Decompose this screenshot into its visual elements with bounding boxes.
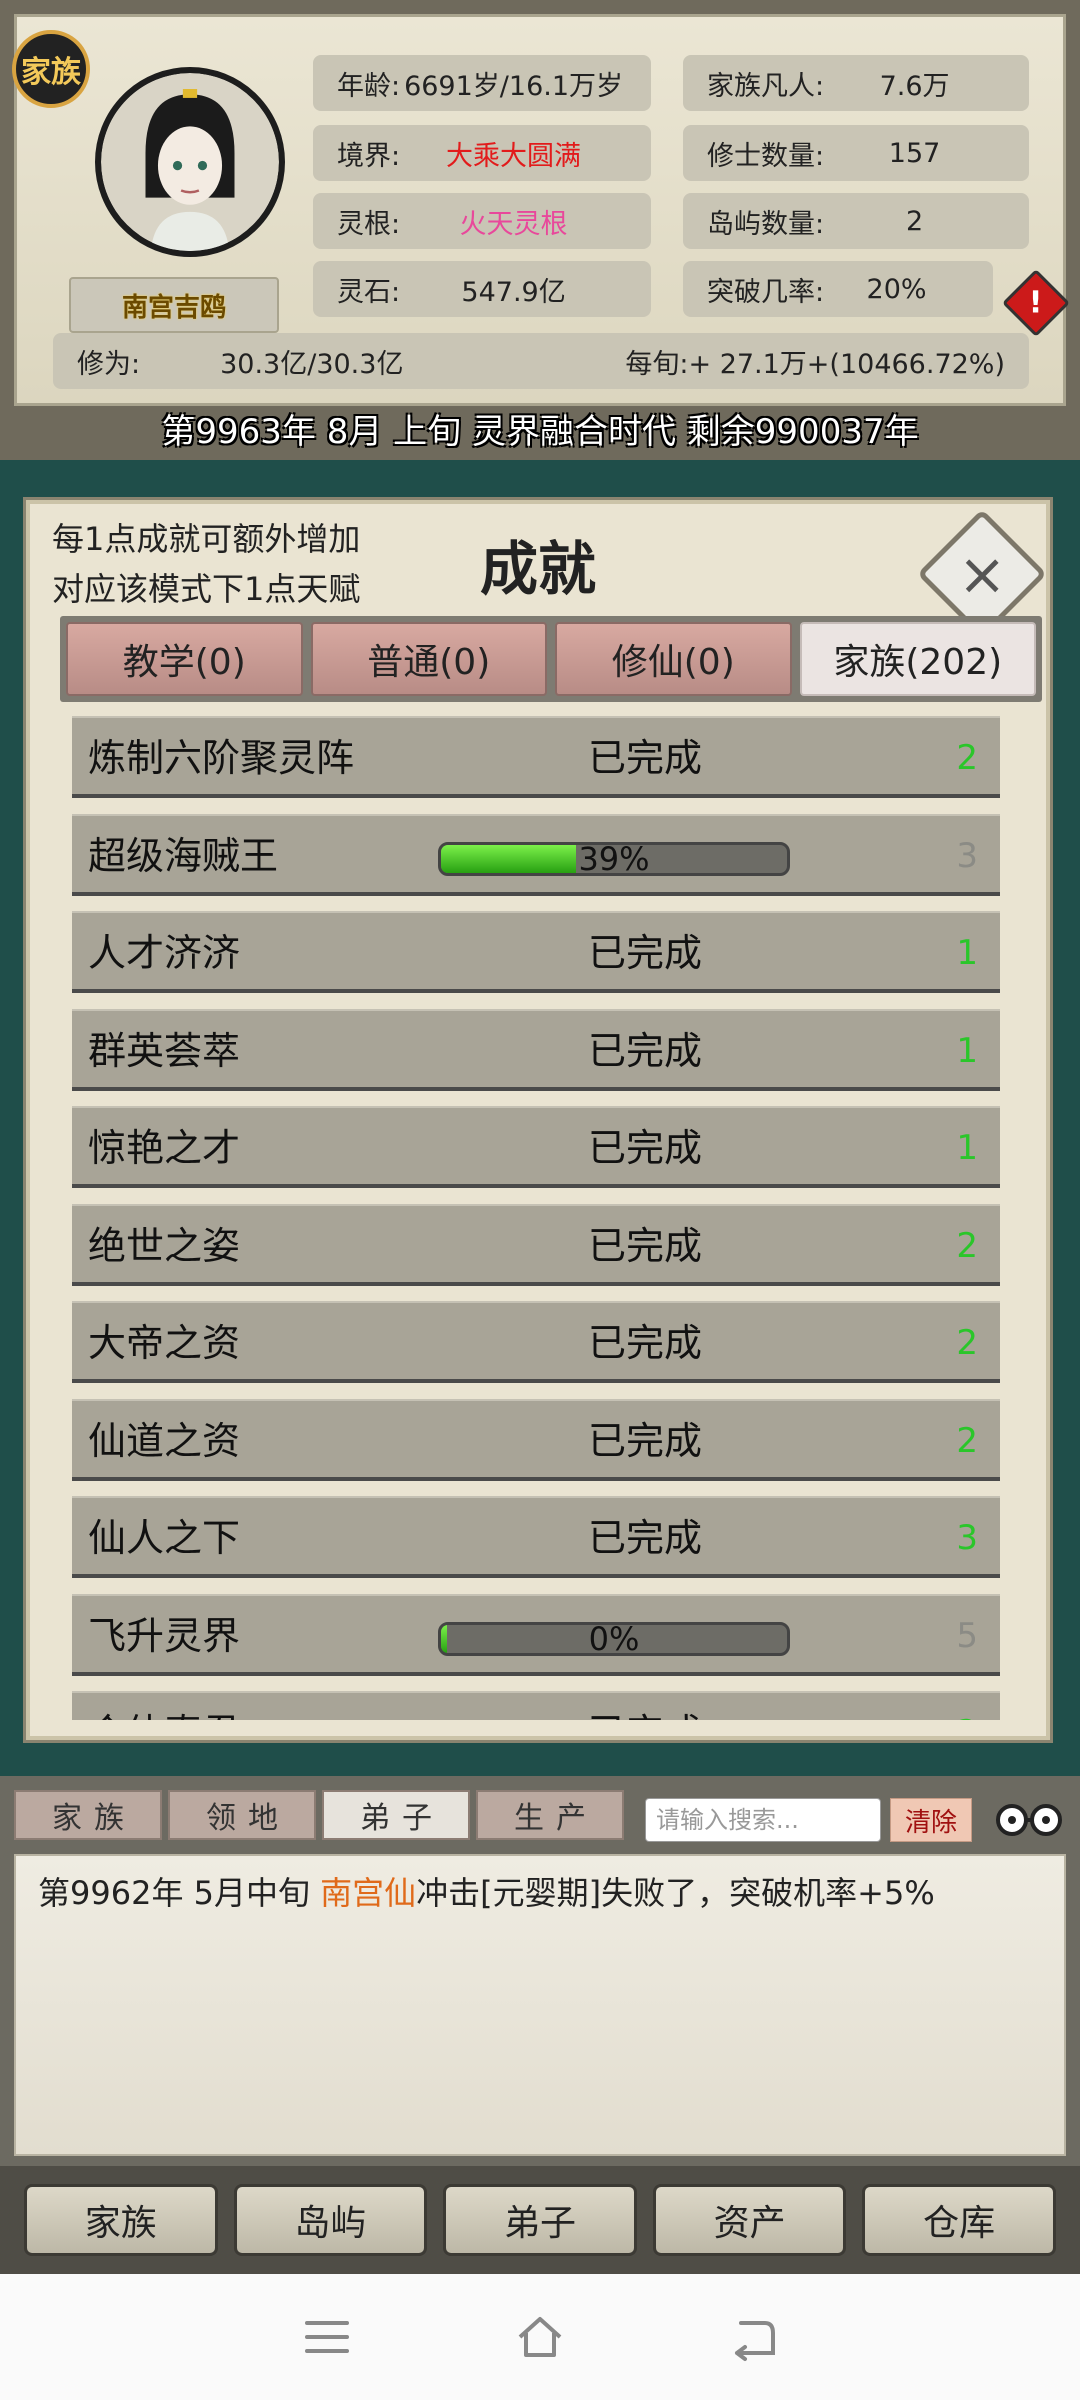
achievement-row[interactable]: 炼制六阶聚灵阵 已完成 2 bbox=[72, 716, 1000, 798]
close-icon: × bbox=[957, 539, 1007, 608]
character-portrait-icon bbox=[101, 73, 279, 251]
achievement-status: 已完成 bbox=[588, 1028, 703, 1073]
achievement-row[interactable]: 超级海贼王 39% 3 bbox=[72, 813, 1000, 896]
achievement-tabs: 教学(0) 普通(0) 修仙(0) 家族(202) bbox=[60, 616, 1042, 702]
achievement-points: 2 bbox=[956, 738, 978, 778]
achievement-dialog: 每1点成就可额外增加 对应该模式下1点天赋 成就 × 教学(0) 普通(0) 修… bbox=[26, 500, 1050, 1740]
dialog-title: 成就 bbox=[479, 535, 596, 603]
event-log-panel: 家族 领地 弟子 生产 清除 第9962年 5月中旬 南宫仙冲击[元婴期]失败了… bbox=[0, 1776, 1080, 2166]
achievement-row[interactable]: 仙人之下 已完成 3 bbox=[72, 1496, 1000, 1578]
age-stat: 年龄: 6691岁/16.1万岁 bbox=[313, 55, 651, 111]
achievement-status: 已完成 bbox=[588, 736, 703, 780]
spirit-stone-stat: 灵石: 547.9亿 bbox=[313, 261, 651, 317]
cultivators-stat: 修士数量: 157 bbox=[683, 125, 1029, 181]
achievement-points: 3 bbox=[956, 835, 978, 876]
achievement-points: 2 bbox=[956, 1420, 978, 1461]
achievement-name: 飞升灵界 bbox=[88, 1613, 241, 1658]
achievement-points: 2 bbox=[956, 1693, 978, 1720]
tab-normal[interactable]: 普通(0) bbox=[310, 622, 547, 696]
clear-button[interactable]: 清除 bbox=[890, 1798, 972, 1842]
progress-text: 0% bbox=[588, 1621, 640, 1656]
achievement-row[interactable]: 人才济济 已完成 1 bbox=[72, 911, 1000, 993]
nav-assets-button[interactable]: 资产 bbox=[652, 2184, 847, 2256]
mortals-stat: 家族凡人: 7.6万 bbox=[683, 55, 1029, 111]
achievement-progress-bar: 39% bbox=[438, 841, 790, 876]
bottom-nav: 家族 岛屿 弟子 资产 仓库 bbox=[0, 2166, 1080, 2274]
achievement-status: 已完成 bbox=[588, 1223, 703, 1268]
islands-stat: 岛屿数量: 2 bbox=[683, 193, 1029, 249]
achievement-name: 仙道之资 bbox=[88, 1418, 241, 1463]
achievement-row[interactable]: 惊艳之才 已完成 1 bbox=[72, 1106, 1000, 1188]
achievement-row[interactable]: 飞升灵界 0% 5 bbox=[72, 1593, 1000, 1676]
nav-islands-button[interactable]: 岛屿 bbox=[233, 2184, 428, 2256]
achievement-status: 已完成 bbox=[588, 1516, 703, 1560]
achievement-status: 已完成 bbox=[588, 1693, 702, 1720]
achievement-row[interactable]: 仙道之资 已完成 2 bbox=[72, 1398, 1000, 1481]
menu-icon[interactable] bbox=[299, 2309, 355, 2365]
log-tab-territory[interactable]: 领地 bbox=[168, 1790, 316, 1840]
character-info-panel: 南宫吉鸥 年龄: 6691岁/16.1万岁 境界: 大乘大圆满 灵根: 火天灵根… bbox=[0, 0, 1080, 460]
achievement-status: 已完成 bbox=[588, 931, 703, 975]
achievement-points: 5 bbox=[956, 1615, 978, 1656]
per-period-gain: 每旬:+ 27.1万+(10466.72%) bbox=[625, 348, 1005, 380]
search-input[interactable] bbox=[645, 1798, 881, 1842]
glasses-icon[interactable] bbox=[990, 1788, 1068, 1848]
cultivation-stat: 修为: 30.3亿/30.3亿 每旬:+ 27.1万+(10466.72%) bbox=[53, 333, 1029, 389]
character-info-card: 南宫吉鸥 年龄: 6691岁/16.1万岁 境界: 大乘大圆满 灵根: 火天灵根… bbox=[14, 14, 1070, 406]
achievement-name: 超级海贼王 bbox=[88, 833, 279, 878]
home-icon[interactable] bbox=[512, 2309, 568, 2365]
tab-teaching[interactable]: 教学(0) bbox=[66, 622, 303, 696]
family-badge-icon[interactable]: 家族 bbox=[12, 30, 90, 108]
nav-family-button[interactable]: 家族 bbox=[24, 2184, 218, 2256]
achievement-row[interactable]: 大帝之资 已完成 2 bbox=[72, 1301, 1000, 1383]
system-nav-bar bbox=[0, 2274, 1080, 2400]
achievement-name: 仙人之下 bbox=[88, 1516, 241, 1560]
character-avatar[interactable] bbox=[95, 67, 285, 257]
tab-cultivation[interactable]: 修仙(0) bbox=[555, 622, 792, 696]
achievement-progress-bar: 0% bbox=[438, 1621, 790, 1656]
achievement-points: 3 bbox=[956, 1518, 978, 1558]
achievement-name: 群英荟萃 bbox=[88, 1028, 241, 1073]
progress-text: 39% bbox=[578, 841, 650, 876]
achievement-points: 1 bbox=[956, 1128, 978, 1168]
log-content: 第9962年 5月中旬 南宫仙冲击[元婴期]失败了，突破机率+5% bbox=[14, 1854, 1066, 2156]
achievement-points: 1 bbox=[956, 933, 978, 973]
achievement-row[interactable]: 合体真君 已完成 2 bbox=[72, 1691, 1000, 1720]
achievement-points: 2 bbox=[956, 1323, 978, 1363]
spirit-root-stat: 灵根: 火天灵根 bbox=[313, 193, 651, 249]
achievement-row[interactable]: 群英荟萃 已完成 1 bbox=[72, 1008, 1000, 1091]
warning-icon[interactable]: ! bbox=[1002, 269, 1070, 337]
tab-family[interactable]: 家族(202) bbox=[799, 622, 1036, 696]
log-entry-name[interactable]: 南宫仙 bbox=[320, 1874, 416, 1912]
log-tab-disciples[interactable]: 弟子 bbox=[322, 1790, 470, 1840]
achievement-status: 已完成 bbox=[588, 1418, 703, 1463]
log-tabs: 家族 领地 弟子 生产 bbox=[14, 1790, 624, 1840]
achievement-list[interactable]: 炼制六阶聚灵阵 已完成 2 超级海贼王 39% 3 人才济济 已完成 1 群英荟萃 已完成 1 惊艳之才… bbox=[72, 716, 1000, 1720]
character-name[interactable]: 南宫吉鸥 bbox=[69, 277, 279, 333]
nav-disciples-button[interactable]: 弟子 bbox=[443, 2184, 637, 2256]
achievement-status: 已完成 bbox=[588, 1321, 703, 1365]
breakthrough-stat: 突破几率: 20% bbox=[683, 261, 993, 317]
achievement-name: 绝世之姿 bbox=[88, 1223, 241, 1268]
achievement-status: 已完成 bbox=[588, 1126, 703, 1170]
game-date: 第9963年 8月 上旬 灵界融合时代 剩余990037年 bbox=[161, 412, 919, 452]
nav-warehouse-button[interactable]: 仓库 bbox=[862, 2184, 1056, 2256]
achievement-name: 惊艳之才 bbox=[88, 1126, 241, 1170]
log-entry: 第9962年 5月中旬 南宫仙冲击[元婴期]失败了，突破机率+5% bbox=[38, 1874, 935, 1912]
log-tab-production[interactable]: 生产 bbox=[476, 1790, 624, 1840]
achievement-row[interactable]: 绝世之姿 已完成 2 bbox=[72, 1203, 1000, 1286]
achievement-points: 1 bbox=[956, 1030, 978, 1071]
back-icon[interactable] bbox=[725, 2309, 781, 2365]
achievement-points: 2 bbox=[956, 1225, 978, 1266]
log-tab-family[interactable]: 家族 bbox=[14, 1790, 162, 1840]
achievement-name: 人才济济 bbox=[88, 931, 241, 975]
achievement-name: 炼制六阶聚灵阵 bbox=[88, 736, 355, 780]
achievement-name: 合体真君 bbox=[88, 1693, 240, 1720]
achievement-name: 大帝之资 bbox=[88, 1321, 241, 1365]
realm-stat: 境界: 大乘大圆满 bbox=[313, 125, 651, 181]
